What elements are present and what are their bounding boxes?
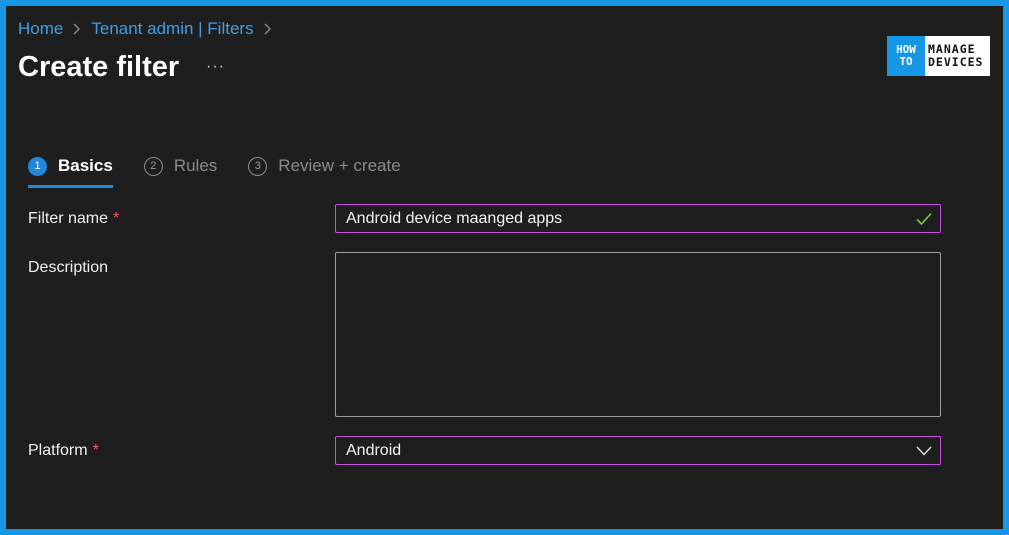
breadcrumb-home-link[interactable]: Home [18,19,63,39]
step-rules-tab[interactable]: 2 Rules [143,156,218,176]
step-basics-tab[interactable]: 1 Basics [28,156,113,188]
step-number-badge: 2 [143,156,163,176]
chevron-down-icon [916,446,932,456]
breadcrumb-tenant-admin-filters-link[interactable]: Tenant admin | Filters [91,19,253,39]
create-filter-panel: Home Tenant admin | Filters Create filte… [6,6,1003,529]
how-to-manage-devices-logo: HOW TO MANAGE DEVICES [887,36,990,76]
logo-how-to-block: HOW TO [887,36,925,76]
chevron-right-icon [73,23,81,35]
logo-manage-devices-text: MANAGE DEVICES [928,42,984,69]
required-marker: * [92,442,99,459]
filter-name-value: Android device maanged apps [346,209,563,227]
description-label: Description [28,259,109,276]
platform-label: Platform * [28,442,99,459]
chevron-right-icon [264,23,272,35]
required-marker: * [113,210,120,227]
step-number-badge: 3 [248,156,268,176]
platform-selected-value: Android [346,441,402,459]
checkmark-icon [916,212,932,226]
filter-name-input[interactable]: Android device maanged apps [335,204,941,233]
more-options-button[interactable]: ··· [206,58,225,76]
step-label: Basics [58,156,113,175]
wizard-steps: 1 Basics 2 Rules 3 Review + create [28,156,432,188]
filter-name-label: Filter name * [28,210,120,227]
step-review-create-tab[interactable]: 3 Review + create [248,156,401,176]
breadcrumb: Home Tenant admin | Filters [18,19,282,39]
description-textarea[interactable] [335,252,941,417]
step-label: Review + create [278,156,401,175]
step-label: Rules [173,156,218,175]
step-number-badge: 1 [28,156,47,176]
platform-dropdown[interactable]: Android [335,436,941,465]
page-title: Create filter [18,51,180,83]
